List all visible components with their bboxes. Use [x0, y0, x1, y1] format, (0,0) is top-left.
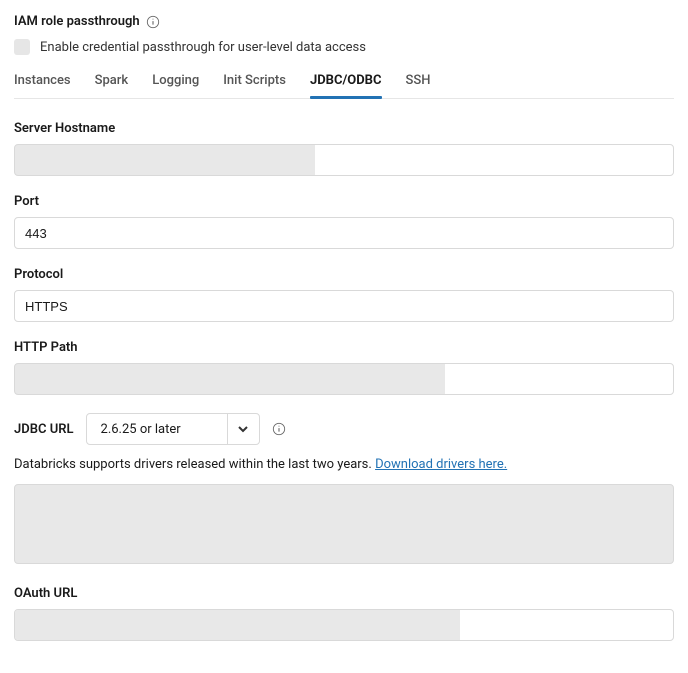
- oauth-url-label: OAuth URL: [14, 586, 674, 601]
- jdbc-version-value: 2.6.25 or later: [87, 422, 227, 437]
- field-port: Port: [14, 194, 674, 249]
- jdbc-url-textarea[interactable]: [14, 484, 674, 564]
- port-input[interactable]: [14, 217, 674, 249]
- field-http-path: HTTP Path: [14, 340, 674, 395]
- tab-spark[interactable]: Spark: [95, 73, 129, 98]
- protocol-label: Protocol: [14, 267, 674, 282]
- passthrough-checkbox-label: Enable credential passthrough for user-l…: [40, 40, 366, 55]
- info-icon[interactable]: [146, 15, 160, 29]
- tab-instances[interactable]: Instances: [14, 73, 71, 98]
- driver-helper-text: Databricks supports drivers released wit…: [14, 457, 674, 472]
- oauth-url-masked-region: [15, 610, 460, 640]
- http-path-label: HTTP Path: [14, 340, 674, 355]
- tab-ssh[interactable]: SSH: [406, 73, 431, 98]
- tabs: Instances Spark Logging Init Scripts JDB…: [14, 73, 674, 99]
- field-oauth-url: OAuth URL: [14, 586, 674, 641]
- tab-logging[interactable]: Logging: [152, 73, 199, 98]
- driver-helper-prefix: Databricks supports drivers released wit…: [14, 457, 375, 472]
- passthrough-checkbox-row: Enable credential passthrough for user-l…: [14, 39, 674, 55]
- protocol-input[interactable]: [14, 290, 674, 322]
- info-icon[interactable]: [272, 422, 286, 436]
- tab-init-scripts[interactable]: Init Scripts: [223, 73, 286, 98]
- jdbc-url-row: JDBC URL 2.6.25 or later: [14, 413, 674, 445]
- oauth-url-input[interactable]: [14, 609, 674, 641]
- passthrough-checkbox[interactable]: [14, 39, 30, 55]
- server-hostname-input[interactable]: [14, 144, 674, 176]
- field-server-hostname: Server Hostname: [14, 121, 674, 176]
- port-label: Port: [14, 194, 674, 209]
- jdbc-url-label: JDBC URL: [14, 422, 74, 437]
- iam-section-header: IAM role passthrough: [14, 14, 674, 29]
- download-drivers-link[interactable]: Download drivers here.: [375, 457, 507, 472]
- iam-title: IAM role passthrough: [14, 14, 140, 29]
- chevron-down-icon: [227, 413, 259, 445]
- http-path-input[interactable]: [14, 363, 674, 395]
- tab-jdbc-odbc[interactable]: JDBC/ODBC: [310, 73, 382, 98]
- jdbc-version-select[interactable]: 2.6.25 or later: [86, 413, 260, 445]
- field-protocol: Protocol: [14, 267, 674, 322]
- server-hostname-label: Server Hostname: [14, 121, 674, 136]
